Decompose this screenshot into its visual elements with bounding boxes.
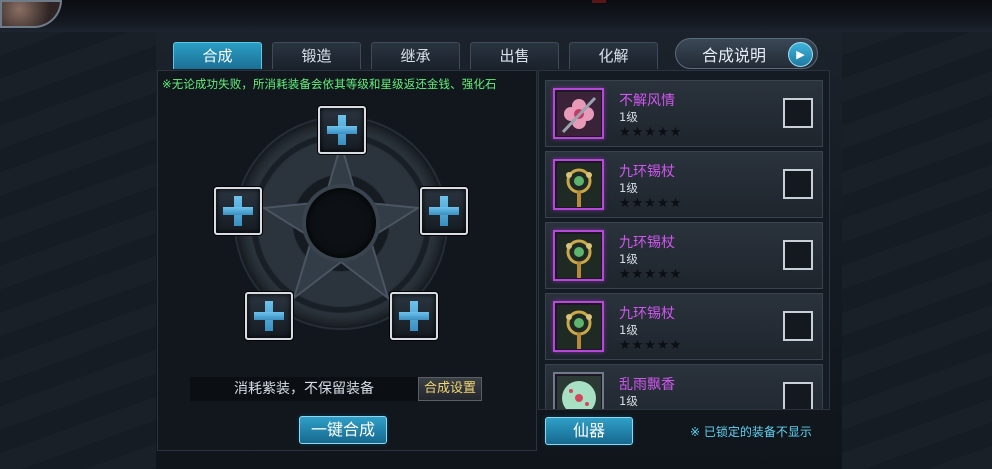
list-item[interactable]: 九环锡杖 1级 ★★★★★	[545, 293, 823, 360]
item-level: 1级	[619, 323, 638, 337]
item-level: 1级	[619, 110, 638, 124]
plus-icon	[223, 196, 253, 226]
item-checkbox[interactable]	[783, 240, 813, 270]
compose-help-label: 合成说明	[702, 45, 767, 65]
item-level: 1级	[619, 394, 638, 408]
plus-icon	[327, 115, 357, 145]
list-item[interactable]: 九环锡杖 1级 ★★★★★	[545, 151, 823, 218]
material-slot-left[interactable]	[214, 187, 262, 235]
list-item[interactable]: 不解风情 1级 ★★★★★	[545, 80, 823, 147]
item-stars: ★★★★★	[619, 409, 682, 410]
item-name: 乱雨飘香	[619, 377, 675, 393]
item-checkbox[interactable]	[783, 382, 813, 409]
tab-forge[interactable]: 锻造	[272, 42, 361, 69]
plus-icon	[429, 196, 459, 226]
material-slot-right[interactable]	[420, 187, 468, 235]
play-arrow-icon: ▶	[788, 42, 813, 67]
material-slot-top[interactable]	[318, 106, 366, 154]
ringed-staff-icon	[553, 159, 604, 210]
flower-weapon-icon	[553, 88, 604, 139]
plus-icon	[399, 301, 429, 331]
list-item[interactable]: 九环锡杖 1级 ★★★★★	[545, 222, 823, 289]
item-level: 1级	[619, 252, 638, 266]
tab-inherit[interactable]: 继承	[371, 42, 460, 69]
tab-bar: 合成 锻造 继承 出售 化解	[173, 42, 658, 70]
item-checkbox[interactable]	[783, 311, 813, 341]
item-stars: ★★★★★	[619, 196, 683, 211]
tab-sell[interactable]: 出售	[470, 42, 559, 69]
locked-items-note: ※ 已锁定的装备不显示	[690, 425, 812, 439]
ringed-staff-icon	[553, 230, 604, 281]
compose-help-button[interactable]: 合成说明 ▶	[675, 38, 818, 69]
item-stars: ★★★★★	[619, 125, 683, 140]
one-click-compose-button[interactable]: 一键合成	[299, 416, 387, 444]
material-slot-bottom-right[interactable]	[390, 292, 438, 340]
item-name: 九环锡杖	[619, 306, 675, 322]
tab-dissolve[interactable]: 化解	[569, 42, 658, 69]
item-stars: ★★★★★	[619, 267, 683, 282]
item-name: 九环锡杖	[619, 164, 675, 180]
tab-compose[interactable]: 合成	[173, 42, 262, 69]
equipment-list[interactable]: 不解风情 1级 ★★★★★ 九环锡杖 1级 ★★★★★ 九环锡杖 1级 ★★★★…	[538, 70, 830, 410]
top-decoration	[592, 0, 606, 3]
item-name: 九环锡杖	[619, 235, 675, 251]
ringed-staff-icon	[553, 301, 604, 352]
item-stars: ★★★★★	[619, 338, 683, 353]
compose-center	[306, 188, 376, 258]
frame-right-border	[842, 32, 992, 469]
avatar[interactable]	[0, 0, 62, 28]
list-item[interactable]: 乱雨飘香 1级 ★★★★★	[545, 364, 823, 410]
plus-icon	[254, 301, 284, 331]
category-button-xianqi[interactable]: 仙器	[545, 417, 633, 445]
compose-settings-button[interactable]: 合成设置	[418, 377, 482, 401]
material-slot-bottom-left[interactable]	[245, 292, 293, 340]
item-checkbox[interactable]	[783, 98, 813, 128]
top-bar	[0, 0, 992, 33]
item-level: 1级	[619, 181, 638, 195]
consume-option-text[interactable]: 消耗紫装，不保留装备	[190, 377, 418, 401]
item-checkbox[interactable]	[783, 169, 813, 199]
item-name: 不解风情	[619, 93, 675, 109]
compose-notice: ※无论成功失败，所消耗装备会依其等级和星级返还金钱、强化石	[162, 77, 497, 91]
frame-left-border	[0, 32, 156, 469]
umbrella-weapon-icon	[553, 372, 604, 409]
